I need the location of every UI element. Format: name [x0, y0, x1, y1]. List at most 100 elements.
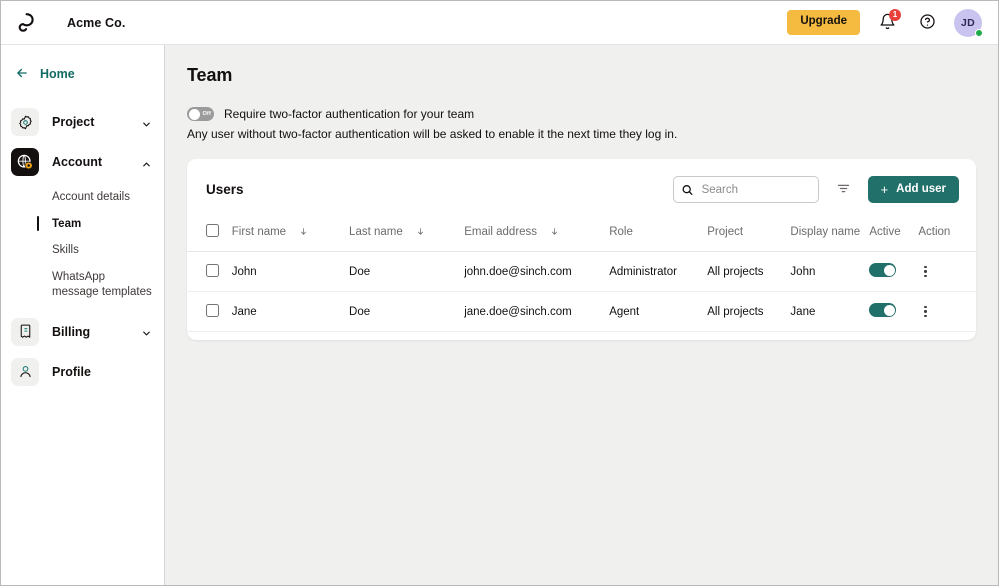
cell-active — [869, 291, 919, 332]
row-checkbox[interactable] — [206, 263, 219, 277]
sidebar-home-label: Home — [40, 67, 75, 81]
notifications-button[interactable]: 1 — [874, 8, 901, 36]
add-user-label: Add user — [896, 182, 946, 195]
active-toggle[interactable] — [869, 303, 897, 317]
sidebar-account-subnav: Account details Team Skills WhatsApp mes… — [1, 182, 164, 312]
header-last-name[interactable]: Last name — [349, 217, 465, 252]
active-toggle[interactable] — [869, 263, 897, 277]
header-select-all — [187, 217, 232, 252]
users-card-title: Users — [206, 182, 244, 197]
cell-last-name: Doe — [349, 251, 465, 292]
header-email-address-label: Email address — [464, 226, 538, 238]
cell-project: All projects — [707, 291, 791, 332]
header-display-name: Display name — [790, 217, 870, 252]
users-table: First name Last name Email address Role … — [187, 217, 976, 332]
cell-project: All projects — [707, 251, 791, 292]
person-icon — [11, 357, 39, 386]
help-circle-icon — [919, 13, 936, 33]
header-role: Role — [609, 217, 708, 252]
sidebar-item-profile[interactable]: Profile — [1, 352, 164, 392]
upgrade-button[interactable]: Upgrade — [787, 10, 860, 35]
users-card: Users Search + Add user First name Last … — [187, 159, 976, 340]
arrow-left-icon — [15, 66, 29, 83]
cell-active — [869, 251, 919, 292]
sort-descending-icon — [550, 227, 559, 238]
cell-first-name: John — [231, 251, 350, 292]
sidebar-home-link[interactable]: Home — [1, 63, 164, 85]
brand-name: Acme Co. — [67, 15, 126, 30]
cell-role: Administrator — [609, 251, 708, 292]
search-input[interactable] — [672, 176, 819, 203]
cell-display-name: Jane — [790, 291, 870, 332]
app-window: Acme Co. Upgrade 1 JD Home Project Accou… — [0, 0, 999, 586]
two-factor-toggle[interactable]: Off — [187, 107, 214, 121]
sidebar-item-whatsapp-templates[interactable]: WhatsApp message templates — [1, 264, 164, 305]
avatar[interactable]: JD — [954, 8, 983, 37]
search-field-wrapper — [672, 176, 819, 203]
cell-last-name: Doe — [349, 291, 465, 332]
avatar-online-indicator — [975, 28, 983, 37]
sidebar-item-account[interactable]: Account — [1, 142, 164, 182]
toggle-knob — [883, 304, 895, 316]
main-content: Team Off Require two-factor authenticati… — [165, 45, 998, 585]
two-factor-label: Require two-factor authentication for yo… — [224, 107, 475, 121]
sidebar-item-billing-label: Billing — [52, 324, 91, 339]
add-user-button[interactable]: + Add user — [867, 176, 959, 203]
globe-gear-icon — [11, 148, 39, 176]
chevron-down-icon — [141, 326, 152, 337]
topbar-actions: Upgrade 1 JD — [787, 8, 983, 37]
header-last-name-label: Last name — [349, 226, 403, 238]
row-select-cell — [187, 291, 232, 332]
two-factor-note: Any user without two-factor authenticati… — [187, 127, 678, 141]
gear-icon — [11, 108, 39, 136]
two-factor-setting-row: Off Require two-factor authentication fo… — [187, 107, 976, 121]
sidebar-item-profile-label: Profile — [52, 364, 91, 379]
avatar-initials: JD — [960, 16, 976, 29]
invoice-icon — [11, 317, 39, 346]
header-action: Action — [918, 217, 976, 252]
sort-descending-icon — [299, 227, 308, 238]
chevron-up-icon — [141, 157, 152, 168]
sidebar-item-account-details[interactable]: Account details — [1, 184, 164, 211]
users-card-header: Users Search + Add user — [187, 159, 976, 217]
header-first-name-label: First name — [231, 226, 287, 238]
table-header-row: First name Last name Email address Role … — [187, 217, 976, 252]
notification-badge: 1 — [889, 8, 901, 21]
select-all-checkbox[interactable] — [206, 224, 219, 237]
table-row[interactable]: John Doe john.doe@sinch.com Administrato… — [187, 251, 976, 292]
help-button[interactable] — [914, 10, 940, 36]
row-menu-icon[interactable] — [918, 265, 932, 279]
brand[interactable]: Acme Co. — [13, 10, 125, 36]
cell-email: john.doe@sinch.com — [464, 251, 610, 292]
sidebar-item-project-label: Project — [52, 115, 95, 129]
chevron-down-icon — [141, 117, 152, 128]
users-table-head: First name Last name Email address Role … — [187, 217, 976, 252]
sort-descending-icon — [416, 227, 425, 238]
filter-button[interactable] — [834, 180, 854, 200]
toggle-knob — [188, 108, 200, 120]
users-table-body: John Doe john.doe@sinch.com Administrato… — [187, 251, 976, 332]
toggle-knob — [883, 264, 895, 276]
plus-icon: + — [880, 182, 889, 197]
sinch-swirl-logo-icon — [13, 10, 39, 36]
header-project: Project — [707, 217, 791, 252]
sidebar-item-project[interactable]: Project — [1, 102, 164, 142]
row-select-cell — [187, 251, 232, 292]
cell-action — [918, 251, 976, 292]
header-email-address[interactable]: Email address — [464, 217, 610, 252]
top-bar: Acme Co. Upgrade 1 JD — [1, 1, 998, 45]
page-title: Team — [187, 65, 233, 85]
header-first-name[interactable]: First name — [231, 217, 350, 252]
filter-icon — [836, 181, 851, 199]
sidebar-item-team[interactable]: Team — [1, 211, 164, 238]
header-active: Active — [869, 217, 919, 252]
toggle-state-label: Off — [202, 111, 211, 117]
table-row[interactable]: Jane Doe jane.doe@sinch.com Agent All pr… — [187, 291, 976, 332]
row-menu-icon[interactable] — [918, 305, 932, 319]
cell-role: Agent — [609, 291, 708, 332]
sidebar-item-billing[interactable]: Billing — [1, 312, 164, 352]
body: Home Project Account Account details Tea… — [1, 45, 998, 585]
sidebar-item-account-label: Account — [52, 155, 102, 169]
sidebar-item-skills[interactable]: Skills — [1, 237, 164, 264]
row-checkbox[interactable] — [206, 303, 219, 317]
